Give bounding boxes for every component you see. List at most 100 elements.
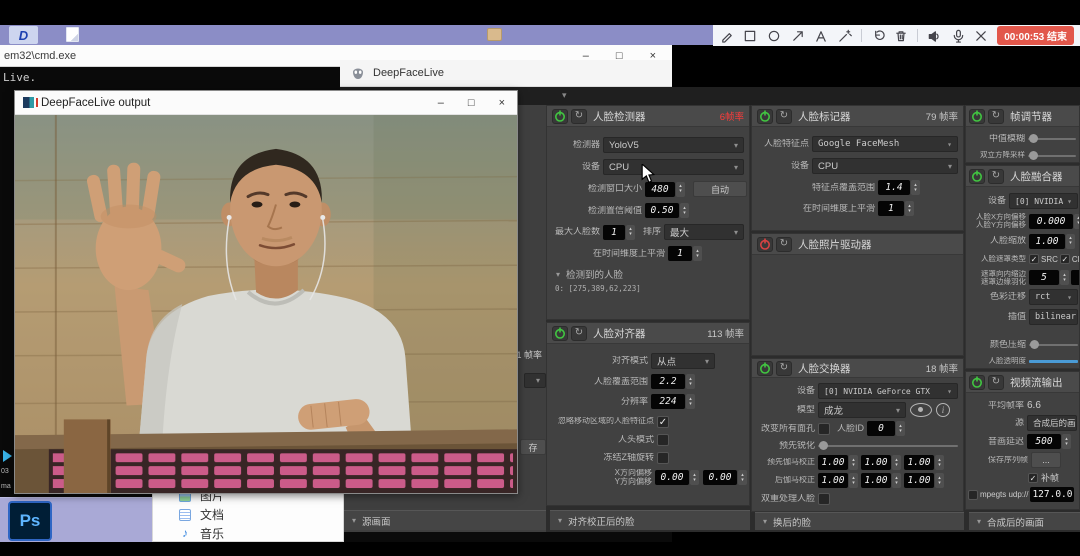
power-on-icon[interactable] [552,109,568,124]
refresh-icon[interactable] [988,109,1004,124]
trash-icon[interactable] [894,28,910,44]
refresh-icon[interactable] [776,361,792,376]
refresh-icon[interactable] [571,109,587,124]
undo-icon[interactable] [870,28,886,44]
align-mode-select[interactable]: 从点 [651,353,715,369]
device-select[interactable]: CPU [812,158,958,174]
truncated-select[interactable] [524,373,546,388]
power-on-icon[interactable] [969,169,985,184]
refresh-icon[interactable] [571,326,587,341]
save-sequence-button[interactable]: ... [1031,452,1061,468]
power-on-icon[interactable] [757,361,773,376]
spinner-arrows[interactable] [693,246,702,261]
spinner-arrows[interactable] [849,473,858,488]
spinner-arrows[interactable] [676,182,685,197]
spinner-arrows[interactable] [626,225,635,240]
power-off-icon[interactable] [757,237,773,252]
postgamma-r-input[interactable]: 1.00 [818,473,848,488]
device-select[interactable]: [0] NVIDIA GeForce GTX [818,383,958,399]
stop-recording-button[interactable]: 00:00:53 结束 [997,26,1074,45]
eye-icon[interactable] [910,403,932,417]
spinner-arrows[interactable] [892,473,901,488]
color-compress-slider[interactable] [1029,338,1078,351]
mic-icon[interactable] [950,28,966,44]
rectangle-icon[interactable] [743,28,759,44]
spinner-arrows[interactable] [1062,434,1071,449]
smooth-input[interactable]: 1 [878,201,904,216]
spinner-arrows[interactable] [896,421,905,436]
exclude-moving-checkbox[interactable] [657,416,669,428]
frame-fill-checkbox[interactable] [1028,473,1038,483]
photoshop-icon[interactable]: Ps [8,501,52,541]
mask-erode-input[interactable]: 5 [1029,270,1059,285]
downsample-slider[interactable] [1028,149,1076,162]
chevron-down-icon[interactable]: ▾ [562,90,567,101]
text-icon[interactable] [814,28,830,44]
udp-checkbox[interactable] [968,490,978,500]
spinner-arrows[interactable] [686,394,695,409]
offset-y-input[interactable]: 0.00 [703,470,737,485]
detected-faces-collapse[interactable]: 检测到的人脸 [552,267,744,281]
max-faces-input[interactable]: 1 [603,225,625,240]
presharpen-slider[interactable] [818,439,958,452]
postgamma-g-input[interactable]: 1.00 [861,473,891,488]
postgamma-b-input[interactable]: 1.00 [904,473,934,488]
close-icon[interactable] [974,28,990,44]
coverage-input[interactable]: 2.2 [651,374,685,389]
face-scale-input[interactable]: 1.00 [1029,234,1065,249]
device-select[interactable]: CPU [603,159,744,175]
freeze-z-checkbox[interactable] [657,452,669,464]
sort-select[interactable]: 最大 [664,224,744,240]
spinner-arrows[interactable] [935,455,944,470]
refresh-icon[interactable] [776,237,792,252]
spinner-arrows[interactable] [911,180,920,195]
document-icon[interactable] [66,27,79,42]
pregamma-r-input[interactable]: 1.00 [818,455,848,470]
spinner-arrows[interactable] [680,203,689,218]
spinner-arrows[interactable] [690,470,699,485]
face-offset-input[interactable]: 0.000 [1029,214,1073,229]
model-select[interactable]: 成龙 [818,402,906,418]
spinner-arrows[interactable] [1060,270,1069,285]
detector-type-select[interactable]: YoloV5 [603,137,744,153]
minimize-button[interactable]: – [438,97,444,109]
head-mode-checkbox[interactable] [657,434,669,446]
save-button[interactable]: 存 [520,439,546,455]
pregamma-b-input[interactable]: 1.00 [904,455,934,470]
power-on-icon[interactable] [757,109,773,124]
spinner-arrows[interactable] [935,473,944,488]
device-select[interactable]: [0] NVIDIA [1009,193,1078,209]
spinner-arrows[interactable] [892,455,901,470]
resolution-input[interactable]: 224 [651,394,685,409]
info-icon[interactable]: i [936,403,950,417]
app-logo-icon[interactable]: D [9,26,38,44]
spinner-arrows[interactable] [905,201,914,216]
power-on-icon[interactable] [969,109,985,124]
celeb-mask-checkbox[interactable] [1060,254,1070,264]
folder-icon[interactable] [487,28,502,41]
speaker-icon[interactable] [926,28,942,44]
menu-item-music[interactable]: ♪ 音乐 [153,524,343,543]
median-blur-slider[interactable] [1028,132,1076,145]
smooth-input[interactable]: 1 [668,246,692,261]
two-pass-checkbox[interactable] [818,493,830,505]
refresh-icon[interactable] [776,109,792,124]
arrow-icon[interactable] [790,28,806,44]
spinner-arrows[interactable] [686,374,695,389]
coverage-input[interactable]: 1.4 [878,180,910,195]
refresh-icon[interactable] [988,169,1004,184]
av-delay-input[interactable]: 500 [1027,434,1061,449]
face-id-input[interactable]: 0 [867,421,895,436]
spinner-arrows[interactable] [738,470,747,485]
aligned-face-collapse[interactable]: 对齐校正后的脸 [550,510,750,530]
auto-button[interactable]: 自动 [693,181,747,197]
udp-address-input[interactable]: 127.0.0 [1030,487,1074,502]
spinner-arrows[interactable] [1066,234,1075,249]
threshold-input[interactable]: 0.50 [645,203,679,218]
spinner-arrows[interactable] [849,455,858,470]
mask-feather-input[interactable]: 2 [1071,270,1080,285]
maximize-button[interactable]: □ [468,97,475,109]
power-on-icon[interactable] [552,326,568,341]
laser-icon[interactable] [837,28,853,44]
source-select[interactable]: 合成后的画面 [1027,415,1077,431]
